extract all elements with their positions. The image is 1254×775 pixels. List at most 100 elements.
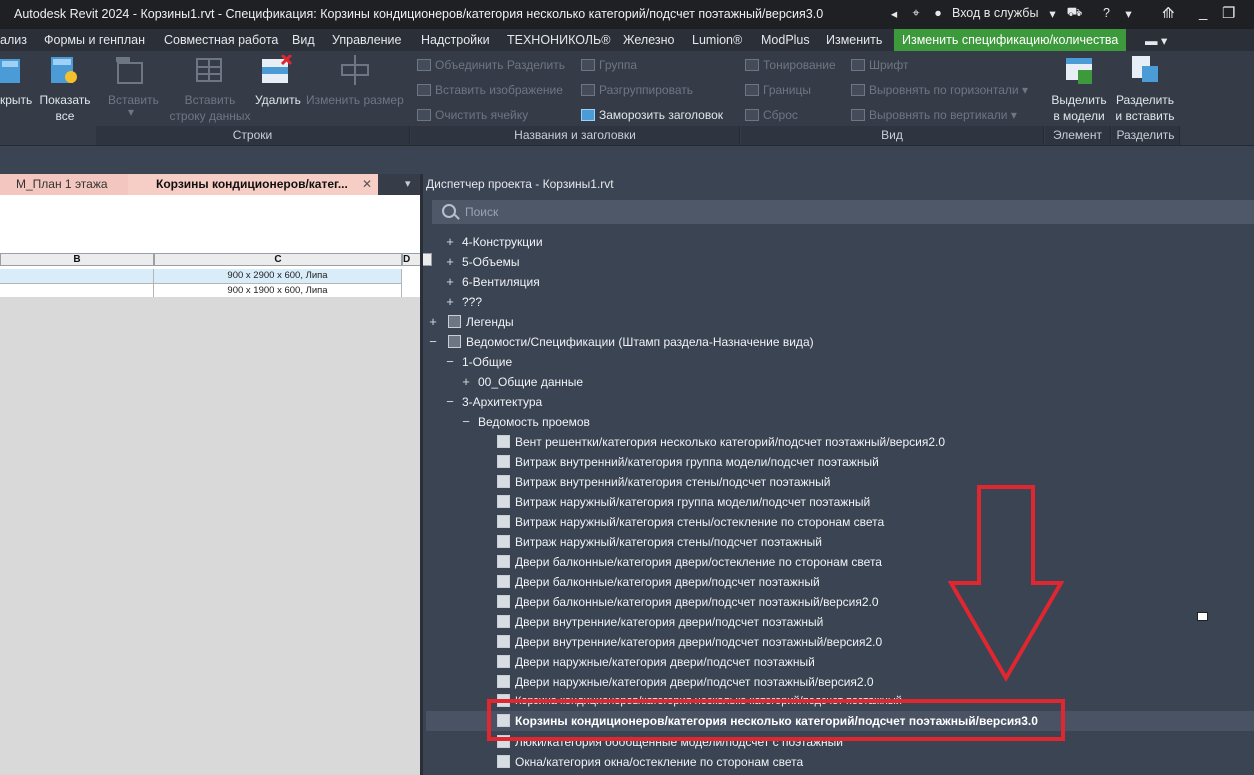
expand-icon[interactable]: + (427, 312, 439, 332)
clear-cell-label: Очистить ячейку (435, 108, 529, 122)
close-icon[interactable]: ✕ (362, 174, 372, 195)
delete-button[interactable]: Удалить (255, 92, 301, 108)
tab-modify-schedule[interactable]: Изменить спецификацию/количества (894, 29, 1127, 51)
tree-item[interactable]: 6-Вентиляция (462, 272, 540, 292)
column-header-c[interactable]: C (154, 253, 402, 266)
expand-icon[interactable]: + (444, 292, 456, 312)
group-button[interactable]: Группа (581, 57, 637, 73)
reset-icon (745, 109, 759, 121)
tab-zhelezno[interactable]: Железно (623, 33, 674, 47)
tab-floor-plan[interactable]: М_План 1 этажа (0, 174, 128, 195)
shading-button[interactable]: Тонирование (745, 57, 836, 73)
tree-item-legends[interactable]: Легенды (466, 312, 514, 332)
tab-technonicol[interactable]: ТЕХНОНИКОЛЬ® (507, 33, 610, 47)
tree-item-schedule[interactable]: Вент решентки/категория несколько катего… (515, 432, 945, 452)
tab-collaborate[interactable]: Совместная работа (164, 33, 278, 47)
tree-item-schedule[interactable]: Витраж внутренний/категория стены/подсче… (515, 472, 831, 492)
clear-cell-button[interactable]: Очистить ячейку (417, 107, 528, 123)
tree-item-schedule[interactable]: Двери балконные/категория двери/подсчет … (515, 592, 879, 612)
column-header-b[interactable]: B (0, 253, 154, 266)
tree-item-schedule[interactable]: Витраж наружный/категория группа модели/… (515, 492, 870, 512)
borders-button[interactable]: Границы (745, 82, 811, 98)
reset-button[interactable]: Сброс (745, 107, 798, 123)
split-place-button[interactable]: Разделить и вставить (1112, 92, 1178, 124)
back-icon[interactable]: ◂ (886, 6, 902, 21)
insert-dropdown-icon[interactable]: ▾ (128, 104, 134, 120)
tree-item-schedule[interactable]: Витраж внутренний/категория группа модел… (515, 452, 879, 472)
resize-button[interactable]: Изменить размер (306, 92, 404, 108)
user-icon[interactable]: ● (930, 6, 946, 20)
insert-data-row-icon (196, 58, 222, 82)
align-vertical-button[interactable]: Выровнять по вертикали ▾ (851, 107, 1017, 123)
tree-item-schedule[interactable]: Витраж наружный/категория стены/остеклен… (515, 512, 884, 532)
hide-icon (0, 59, 20, 83)
search-placeholder: Поиск (465, 205, 499, 219)
help-icon[interactable]: ? (1098, 6, 1114, 20)
tree-item[interactable]: ??? (462, 292, 482, 312)
panel-splitter[interactable] (420, 174, 423, 775)
collapse-icon[interactable]: − (460, 412, 472, 432)
freeze-header-button[interactable]: Заморозить заголовок (581, 107, 723, 123)
cart-icon[interactable]: ⛟ (1066, 5, 1083, 21)
tab-schedule[interactable]: Корзины кондиционеров/катег... ✕ (128, 174, 378, 195)
expand-icon[interactable]: + (444, 272, 456, 292)
tab-manage[interactable]: Управление (332, 33, 402, 47)
tab-addins[interactable]: Надстройки (421, 33, 490, 47)
insert-data-row-button[interactable]: Вставить строку данных (166, 92, 254, 124)
tree-item-schedule[interactable]: Двери внутренние/категория двери/подсчет… (515, 612, 823, 632)
column-header-d[interactable]: D (402, 253, 432, 266)
tab-massing[interactable]: Формы и генплан (44, 33, 145, 47)
help-dropdown-icon[interactable]: ▾ (1120, 6, 1136, 21)
show-all-button[interactable]: Показать все (38, 92, 92, 124)
tree-item-schedule[interactable]: Двери балконные/категория двери/подсчет … (515, 572, 820, 592)
tree-item[interactable]: 4-Конструкции (462, 232, 543, 252)
ungroup-button[interactable]: Разгруппировать (581, 82, 693, 98)
highlight-in-model-button[interactable]: Выделить в модели (1049, 92, 1109, 124)
font-button[interactable]: Шрифт (851, 57, 908, 73)
minimize-icon[interactable]: _ (1199, 4, 1207, 21)
tree-item[interactable]: Ведомость проемов (478, 412, 590, 432)
tree-item-schedule[interactable]: Двери наружные/категория двери/подсчет п… (515, 652, 815, 672)
shading-icon (745, 59, 759, 71)
search-input[interactable]: Поиск (432, 200, 1254, 224)
hide-button[interactable]: крыть (0, 92, 32, 108)
tree-item-schedule[interactable]: Двери наружные/категория двери/подсчет п… (515, 672, 874, 692)
tab-modify[interactable]: Изменить (826, 33, 882, 47)
align-vertical-label: Выровнять по вертикали (869, 108, 1008, 122)
tree-item-schedules[interactable]: Ведомости/Спецификации (Штамп раздела-На… (466, 332, 814, 352)
table-cell-c1[interactable]: 900 х 2900 х 600, Липа (154, 269, 402, 284)
expand-icon[interactable]: + (444, 252, 456, 272)
restore-icon[interactable]: ❐ (1222, 4, 1235, 22)
collapse-icon[interactable]: − (427, 332, 439, 352)
tree-item[interactable]: 3-Архитектура (462, 392, 542, 412)
tab-analyze[interactable]: ализ (0, 33, 27, 47)
tree-item[interactable]: 1-Общие (462, 352, 512, 372)
tree-item-schedule[interactable]: Окна/категория окна/остекление по сторон… (515, 752, 803, 772)
tree-item-schedule[interactable]: Двери внутренние/категория двери/подсчет… (515, 632, 882, 652)
tree-item[interactable]: 5-Объемы (462, 252, 520, 272)
tree-item-schedule[interactable]: Двери балконные/категория двери/остеклен… (515, 552, 882, 572)
expand-icon[interactable]: + (444, 232, 456, 252)
collapse-icon[interactable]: − (444, 392, 456, 412)
tab-view[interactable]: Вид (292, 33, 315, 47)
ribbon-toggle-icon[interactable]: ▬ ▾ (1145, 33, 1167, 48)
insert-image-button[interactable]: Вставить изображение (417, 82, 563, 98)
expand-icon[interactable]: + (460, 372, 472, 392)
autodesk-app-icon[interactable]: ⟰ (1162, 4, 1175, 22)
table-cell-b1[interactable] (0, 269, 154, 284)
view-panel-label: Вид (741, 126, 1044, 145)
insert-image-label: Вставить изображение (435, 83, 563, 97)
highlight-in-model-icon (1066, 58, 1092, 84)
collapse-icon[interactable]: − (444, 352, 456, 372)
tree-item-schedule[interactable]: Витраж наружный/категория стены/подсчет … (515, 532, 822, 552)
binoculars-icon[interactable]: ⌖ (908, 6, 924, 21)
schedule-view-icon (497, 575, 510, 588)
tab-lumion[interactable]: Lumion® (692, 33, 742, 47)
merge-button[interactable]: Объединить Разделить (417, 57, 565, 73)
tabs-dropdown-icon[interactable]: ▾ (405, 177, 411, 190)
dropdown-icon[interactable]: ▾ (1044, 6, 1060, 21)
tree-item[interactable]: 00_Общие данные (478, 372, 583, 392)
tab-modplus[interactable]: ModPlus (761, 33, 810, 47)
align-horizontal-button[interactable]: Выровнять по горизонтали ▾ (851, 82, 1028, 98)
signin-button[interactable]: Вход в службы (952, 6, 1038, 20)
